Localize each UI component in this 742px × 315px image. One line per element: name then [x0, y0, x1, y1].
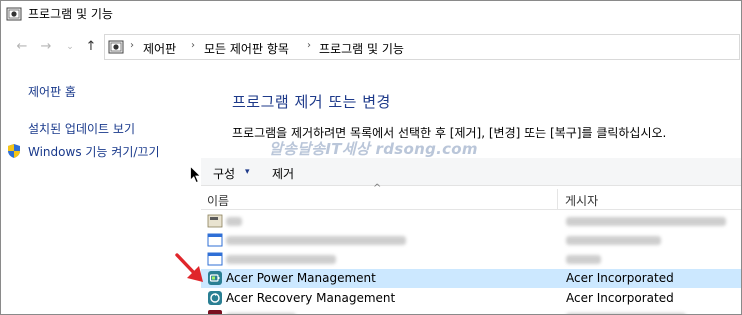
program-publisher: Acer Incorporated: [566, 271, 674, 285]
shield-icon: [8, 144, 20, 158]
program-window-icon: [207, 252, 223, 266]
back-arrow-icon[interactable]: ←: [14, 39, 30, 55]
sidebar-link-windows-features[interactable]: Windows 기능 켜기/끄기: [28, 143, 159, 160]
breadcrumb-control-panel[interactable]: 제어판: [143, 40, 176, 57]
program-name: Acer Recovery Management: [226, 291, 396, 305]
organize-button[interactable]: 구성: [213, 165, 235, 182]
column-header-publisher[interactable]: 게시자: [565, 192, 598, 209]
control-panel-icon: [6, 7, 22, 21]
list-item[interactable]: [201, 250, 741, 269]
control-panel-icon: [108, 40, 124, 54]
sidebar-link-home[interactable]: 제어판 홈: [28, 83, 76, 100]
program-name: Acer Power Management: [226, 271, 376, 285]
column-header-name[interactable]: 이름: [207, 192, 229, 209]
command-toolbar: 구성 ▾ 제거: [201, 158, 741, 186]
column-divider[interactable]: [557, 189, 558, 210]
program-publisher: Acer Incorporated: [566, 291, 674, 305]
table-row-acer-recovery-management[interactable]: Acer Recovery Management Acer Incorporat…: [201, 289, 741, 308]
up-arrow-icon[interactable]: ↑: [83, 39, 99, 55]
breadcrumb-separator-icon[interactable]: ›: [130, 40, 134, 51]
acer-power-management-icon: [208, 271, 222, 285]
blurred-name: [226, 255, 336, 264]
window: 프로그램 및 기능 ← → ⌄ ↑ › 제어판 › 모든 제어판 항목 › 프로…: [0, 0, 742, 315]
breadcrumb-separator-icon[interactable]: ›: [191, 40, 195, 51]
adobe-air-icon: [208, 310, 222, 314]
sort-ascending-icon: ^: [373, 183, 382, 194]
chevron-down-icon[interactable]: ▾: [245, 167, 250, 177]
acer-recovery-management-icon: [208, 291, 222, 305]
window-title: 프로그램 및 기능: [28, 7, 113, 21]
breadcrumb-all-items[interactable]: 모든 제어판 항목: [204, 40, 289, 57]
list-item[interactable]: [201, 308, 741, 314]
navigation-bar: ← → ⌄ ↑ › 제어판 › 모든 제어판 항목 › 프로그램 및 기능: [1, 31, 741, 63]
page-title: 프로그램 제거 또는 변경: [232, 93, 391, 111]
breadcrumb-separator-icon[interactable]: ›: [307, 40, 311, 51]
sidebar-link-installed-updates[interactable]: 설치된 업데이트 보기: [28, 120, 135, 137]
installer-icon: [207, 214, 223, 228]
program-window-icon: [207, 233, 223, 247]
blurred-publisher: [566, 236, 661, 245]
list-item[interactable]: [201, 231, 741, 250]
blurred-name: [226, 236, 406, 245]
mouse-cursor-icon: [190, 166, 201, 184]
title-bar: 프로그램 및 기능: [1, 1, 741, 27]
table-row-acer-power-management[interactable]: Acer Power Management Acer Incorporated: [201, 269, 741, 288]
forward-arrow-icon[interactable]: →: [38, 39, 54, 55]
blurred-publisher: [566, 255, 601, 264]
chevron-down-icon[interactable]: ⌄: [62, 39, 78, 55]
list-item[interactable]: [201, 212, 741, 231]
blurred-publisher: [566, 217, 726, 226]
annotation-arrow-icon: [175, 253, 203, 282]
watermark: 알송달송IT세상 rdsong.com: [269, 140, 478, 158]
column-header-row: ^ 이름 게시자: [201, 183, 741, 210]
breadcrumb-programs-features[interactable]: 프로그램 및 기능: [319, 40, 404, 57]
blurred-name: [226, 217, 242, 226]
address-bar[interactable]: › 제어판 › 모든 제어판 항목 › 프로그램 및 기능: [104, 34, 740, 60]
uninstall-button[interactable]: 제거: [272, 165, 294, 182]
